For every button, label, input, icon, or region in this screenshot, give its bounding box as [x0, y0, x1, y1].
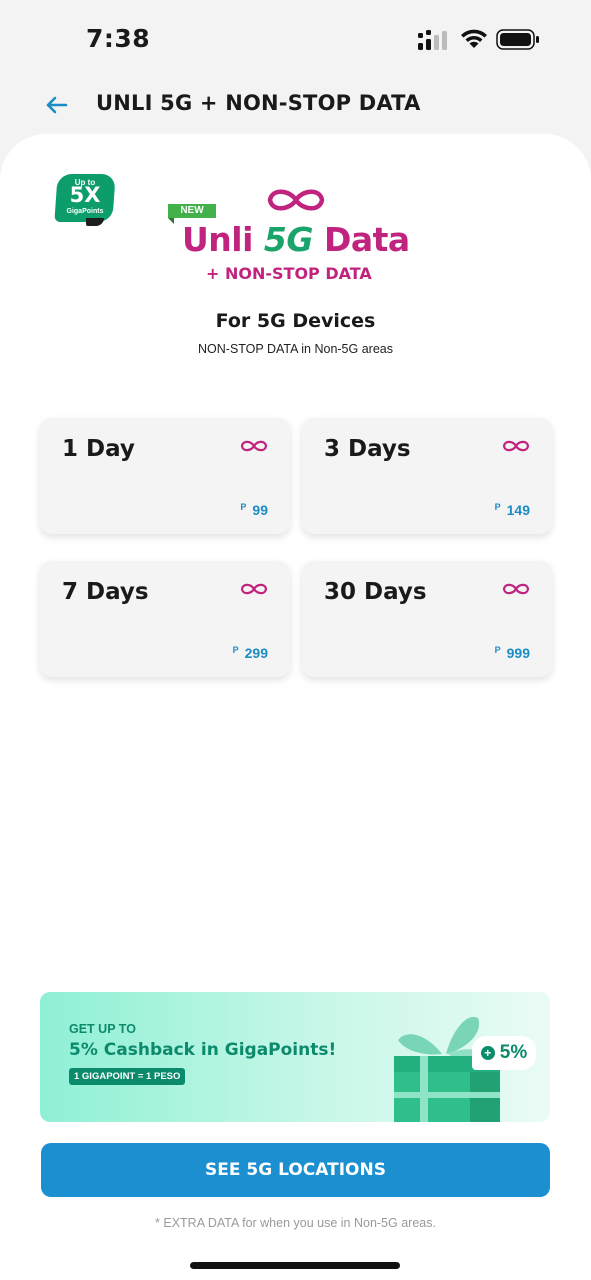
badge-tail	[86, 218, 104, 226]
cashback-percent: 5%	[499, 1042, 528, 1063]
infinity-icon	[240, 440, 268, 452]
logo-title-part1: Unli	[182, 220, 264, 259]
devices-title: For 5G Devices	[215, 310, 376, 332]
status-bar: 7:38	[0, 0, 591, 80]
logo-title: Unli 5G Data	[182, 220, 410, 259]
plan-card-3-days[interactable]: 3 Days P 149	[302, 418, 552, 534]
infinity-icon	[267, 189, 325, 211]
plus-icon: +	[480, 1046, 495, 1060]
price-value: 999	[506, 645, 530, 661]
main-card: Up to 5X GigaPoints NEW Unli 5G Data + N…	[0, 134, 591, 1280]
price-value: 299	[244, 645, 268, 661]
new-tag-fold	[168, 218, 174, 224]
arrow-left-icon	[46, 96, 68, 114]
promo-tag: 1 GIGAPOINT = 1 PESO	[69, 1068, 186, 1085]
cashback-percent-badge: + 5%	[472, 1036, 536, 1070]
back-button[interactable]	[42, 90, 72, 120]
plan-price: P 299	[233, 645, 268, 661]
gigapoints-badge: Up to 5X GigaPoints	[54, 174, 116, 226]
infinity-icon	[502, 583, 530, 595]
currency-symbol: P	[494, 645, 501, 655]
new-tag: NEW	[168, 204, 216, 218]
plan-name: 1 Day	[62, 436, 135, 462]
promo-line1: GET UP TO	[69, 1022, 136, 1036]
badge-line3: GigaPoints	[66, 208, 104, 215]
infinity-icon	[502, 440, 530, 452]
wifi-icon	[461, 29, 487, 48]
plan-card-1-day[interactable]: 1 Day P 99	[40, 418, 290, 534]
promo-line2: 5% Cashback in GigaPoints!	[69, 1040, 337, 1060]
badge-line2: 5X	[69, 183, 101, 207]
plan-card-30-days[interactable]: 30 Days P 999	[302, 561, 552, 677]
plan-name: 7 Days	[62, 579, 149, 605]
logo-subtitle: + NON-STOP DATA	[206, 264, 372, 283]
plan-name: 3 Days	[324, 436, 411, 462]
page-title: UNLI 5G + NON-STOP DATA	[96, 91, 421, 115]
battery-icon	[496, 29, 539, 50]
logo-title-5g: 5G	[263, 220, 314, 259]
cashback-promo-banner[interactable]: GET UP TO 5% Cashback in GigaPoints! 1 G…	[40, 992, 550, 1122]
home-indicator	[190, 1262, 400, 1269]
currency-symbol: P	[240, 502, 247, 512]
footnote: * EXTRA DATA for when you use in Non-5G …	[155, 1216, 436, 1230]
price-value: 99	[252, 502, 268, 518]
plan-price: P 99	[240, 502, 268, 518]
devices-subtitle: NON-STOP DATA in Non-5G areas	[198, 342, 393, 356]
cellular-signal-icon	[418, 30, 447, 50]
status-time: 7:38	[86, 24, 151, 53]
unli-5g-logo: NEW Unli 5G Data + NON-STOP DATA	[164, 184, 424, 294]
plan-card-7-days[interactable]: 7 Days P 299	[40, 561, 290, 677]
plan-name: 30 Days	[324, 579, 427, 605]
logo-title-part2: Data	[312, 220, 410, 259]
currency-symbol: P	[232, 645, 239, 655]
price-value: 149	[506, 502, 530, 518]
plan-price: P 149	[495, 502, 530, 518]
see-5g-locations-button[interactable]: SEE 5G LOCATIONS	[41, 1143, 550, 1197]
currency-symbol: P	[494, 502, 501, 512]
infinity-icon	[240, 583, 268, 595]
header: UNLI 5G + NON-STOP DATA	[0, 80, 591, 136]
plan-price: P 999	[495, 645, 530, 661]
